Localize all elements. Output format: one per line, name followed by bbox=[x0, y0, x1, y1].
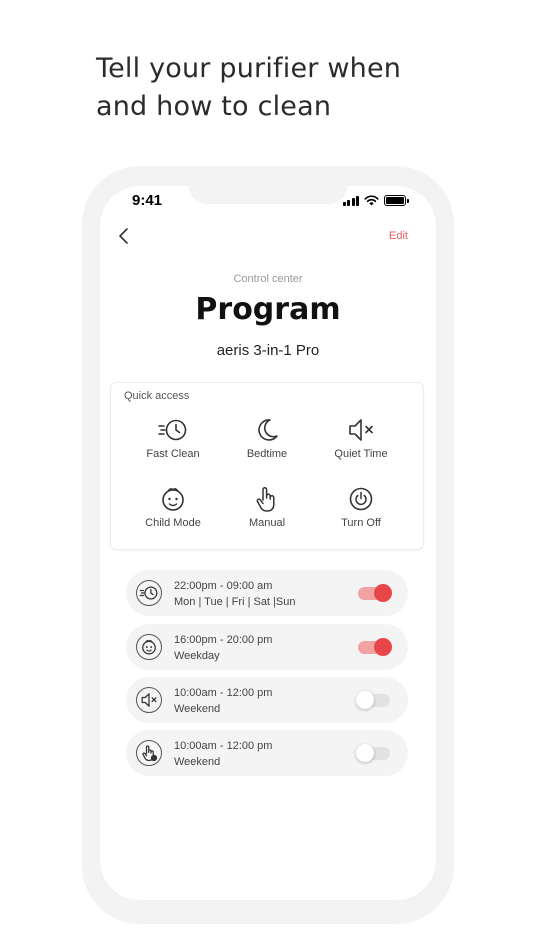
schedule-time: 16:00pm - 20:00 pm bbox=[174, 634, 273, 646]
schedule-days: Weekday bbox=[174, 650, 220, 662]
quick-fast-clean[interactable]: Fast Clean bbox=[126, 416, 220, 472]
hand-icon bbox=[136, 740, 162, 766]
mute-icon bbox=[136, 687, 162, 713]
schedule-time: 10:00am - 12:00 pm bbox=[174, 740, 273, 752]
schedule-row[interactable]: 10:00am - 12:00 pm Weekend bbox=[126, 730, 408, 776]
schedule-days: Weekend bbox=[174, 756, 221, 768]
quick-item-label: Manual bbox=[248, 517, 286, 529]
battery-icon bbox=[384, 195, 409, 206]
quick-item-label: Turn Off bbox=[341, 517, 381, 529]
schedule-text: 10:00am - 12:00 pm Weekend bbox=[174, 685, 272, 717]
signal-icon bbox=[342, 195, 359, 206]
status-icons bbox=[342, 195, 409, 206]
moon-icon bbox=[258, 419, 278, 441]
quick-item-label: Quiet Time bbox=[334, 448, 388, 460]
schedule-row[interactable]: 22:00pm - 09:00 am Mon | Tue | Fri | Sat… bbox=[126, 570, 408, 616]
schedule-toggle[interactable] bbox=[356, 637, 392, 657]
schedule-text: 22:00pm - 09:00 am Mon | Tue | Fri | Sat… bbox=[174, 578, 295, 610]
schedule-toggle[interactable] bbox=[356, 743, 392, 763]
wifi-icon bbox=[364, 195, 379, 206]
schedule-time: 10:00am - 12:00 pm bbox=[174, 687, 273, 699]
mute-icon bbox=[349, 419, 373, 441]
schedule-days: Weekend bbox=[174, 703, 221, 715]
fast-clean-icon bbox=[158, 419, 187, 441]
chevron-left-icon bbox=[119, 228, 128, 244]
child-face-icon bbox=[136, 634, 162, 660]
schedule-toggle[interactable] bbox=[356, 690, 392, 710]
quick-access-card: Quick access Fast Clean Bedtime Quiet Ti… bbox=[110, 382, 424, 550]
schedule-days: Mon | Tue | Fri | Sat |Sun bbox=[174, 596, 296, 608]
headline: Tell your purifier when and how to clean bbox=[96, 50, 496, 126]
quick-manual[interactable]: Manual bbox=[220, 485, 314, 541]
phone-screen: 9:41 Edit Control center Program aeris 3… bbox=[100, 186, 436, 900]
page-subtitle: Control center bbox=[233, 273, 303, 285]
quick-access-label: Quick access bbox=[124, 390, 190, 402]
schedule-row[interactable]: 16:00pm - 20:00 pm Weekday bbox=[126, 624, 408, 670]
schedule-time: 22:00pm - 09:00 am bbox=[174, 580, 273, 592]
child-face-icon bbox=[162, 488, 184, 511]
quick-bedtime[interactable]: Bedtime bbox=[220, 416, 314, 472]
fast-clean-icon bbox=[136, 580, 162, 606]
schedule-text: 10:00am - 12:00 pm Weekend bbox=[174, 738, 272, 770]
schedule-row[interactable]: 10:00am - 12:00 pm Weekend bbox=[126, 677, 408, 723]
headline-line-1: Tell your purifier when bbox=[96, 53, 402, 84]
quick-item-label: Child Mode bbox=[145, 517, 201, 529]
quick-quiet-time[interactable]: Quiet Time bbox=[314, 416, 408, 472]
back-button[interactable] bbox=[108, 224, 138, 248]
quick-child-mode[interactable]: Child Mode bbox=[126, 485, 220, 541]
hand-icon bbox=[256, 486, 275, 512]
quick-item-label: Fast Clean bbox=[146, 448, 200, 460]
quick-turn-off[interactable]: Turn Off bbox=[314, 485, 408, 541]
schedule-toggle[interactable] bbox=[356, 583, 392, 603]
notch bbox=[188, 186, 348, 204]
device-name: aeris 3-in-1 Pro bbox=[216, 342, 320, 359]
quick-item-label: Bedtime bbox=[246, 448, 288, 460]
power-icon bbox=[349, 487, 373, 511]
status-time: 9:41 bbox=[132, 192, 163, 209]
schedule-text: 16:00pm - 20:00 pm Weekday bbox=[174, 632, 272, 664]
headline-line-2: and how to clean bbox=[96, 91, 332, 122]
edit-button[interactable]: Edit bbox=[389, 230, 408, 242]
page-title: Program bbox=[195, 292, 341, 327]
